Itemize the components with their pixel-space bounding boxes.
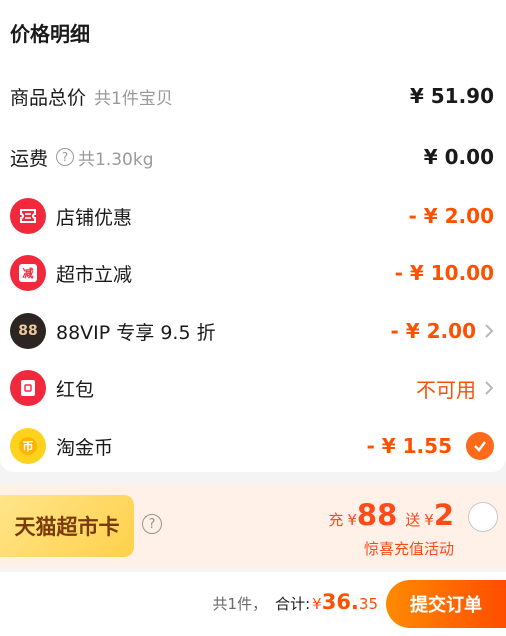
checkbox-checked-icon[interactable] <box>466 432 494 460</box>
goods-total-row: 商品总价 共1件宝贝 ¥ 51.90 <box>0 76 506 116</box>
88vip-icon: 88 <box>10 313 46 349</box>
reduce-icon: 减 <box>10 255 46 291</box>
svg-text:币: 币 <box>23 440 34 453</box>
red-packet-row[interactable]: 红包 不可用 <box>0 368 506 408</box>
item-count: 共1件， <box>212 595 268 613</box>
shipping-amount: ¥ 0.00 <box>423 145 494 169</box>
page-title: 价格明细 <box>10 22 90 46</box>
chevron-right-icon <box>485 381 494 395</box>
gold-coin-amount: - ¥ 1.55 <box>366 434 453 458</box>
price-detail-card: 价格明细 商品总价 共1件宝贝 ¥ 51.90 运费 ? 共1.30kg ¥ 0… <box>0 0 506 472</box>
coupon-icon <box>10 198 46 234</box>
store-discount-label: 店铺优惠 <box>56 206 133 229</box>
total-decimal: 35 <box>358 595 378 613</box>
question-icon[interactable]: ? <box>142 514 162 534</box>
store-discount-amount: - ¥ 2.00 <box>408 204 495 228</box>
red-packet-label: 红包 <box>56 378 95 401</box>
store-discount-row: 店铺优惠 - ¥ 2.00 <box>0 196 506 236</box>
total-label: 合计: <box>275 595 311 613</box>
recharge-activity-link[interactable]: 惊喜充值活动 <box>364 538 454 559</box>
shipping-row: 运费 ? 共1.30kg ¥ 0.00 <box>0 137 506 177</box>
chevron-right-icon <box>485 324 494 338</box>
gift-prefix: 送 <box>405 511 421 529</box>
gift-amount: 2 <box>433 498 454 532</box>
total-currency: ¥ <box>312 595 322 613</box>
market-discount-amount: - ¥ 10.00 <box>394 261 494 285</box>
gold-coin-icon: 币 <box>10 428 46 464</box>
submit-order-button[interactable]: 提交订单 <box>386 580 506 628</box>
checkout-bar: 共1件， 合计: ¥ 36. 35 提交订单 <box>0 572 506 636</box>
recharge-prefix: 充 <box>328 511 344 529</box>
question-icon[interactable]: ? <box>56 148 75 166</box>
reduce-icon-glyph: 减 <box>19 264 37 282</box>
vip-discount-label: 88VIP 专享 9.5 折 <box>56 321 216 344</box>
shipping-weight: 共1.30kg <box>78 149 154 170</box>
goods-total-amount: ¥ 51.90 <box>409 84 494 108</box>
market-discount-row: 减 超市立减 - ¥ 10.00 <box>0 253 506 293</box>
order-total: 共1件， 合计: ¥ 36. 35 <box>213 590 378 614</box>
tmall-card-badge: 天猫超市卡 <box>0 495 134 557</box>
red-packet-status: 不可用 <box>416 377 476 402</box>
market-discount-label: 超市立减 <box>56 263 133 286</box>
red-packet-icon <box>10 370 46 406</box>
recharge-promo: 充 ¥ 88 送 ¥ 2 <box>328 498 454 532</box>
gold-coin-row[interactable]: 币 淘金币 - ¥ 1.55 <box>0 426 506 466</box>
recharge-currency: ¥ <box>347 511 357 529</box>
88vip-icon-glyph: 88 <box>18 323 38 339</box>
tmall-card-radio[interactable] <box>468 502 498 532</box>
gold-coin-label: 淘金币 <box>56 436 114 459</box>
shipping-label: 运费 <box>10 147 49 170</box>
gift-currency: ¥ <box>424 511 434 529</box>
vip-discount-amount: - ¥ 2.00 <box>390 319 477 343</box>
total-amount: 36. <box>321 590 359 614</box>
goods-total-label: 商品总价 <box>10 86 87 109</box>
tmall-card-section: 天猫超市卡 ? 充 ¥ 88 送 ¥ 2 惊喜充值活动 <box>0 484 506 568</box>
goods-count: 共1件宝贝 <box>94 88 173 109</box>
recharge-amount: 88 <box>356 498 398 532</box>
vip-discount-row[interactable]: 88 88VIP 专享 9.5 折 - ¥ 2.00 <box>0 311 506 351</box>
